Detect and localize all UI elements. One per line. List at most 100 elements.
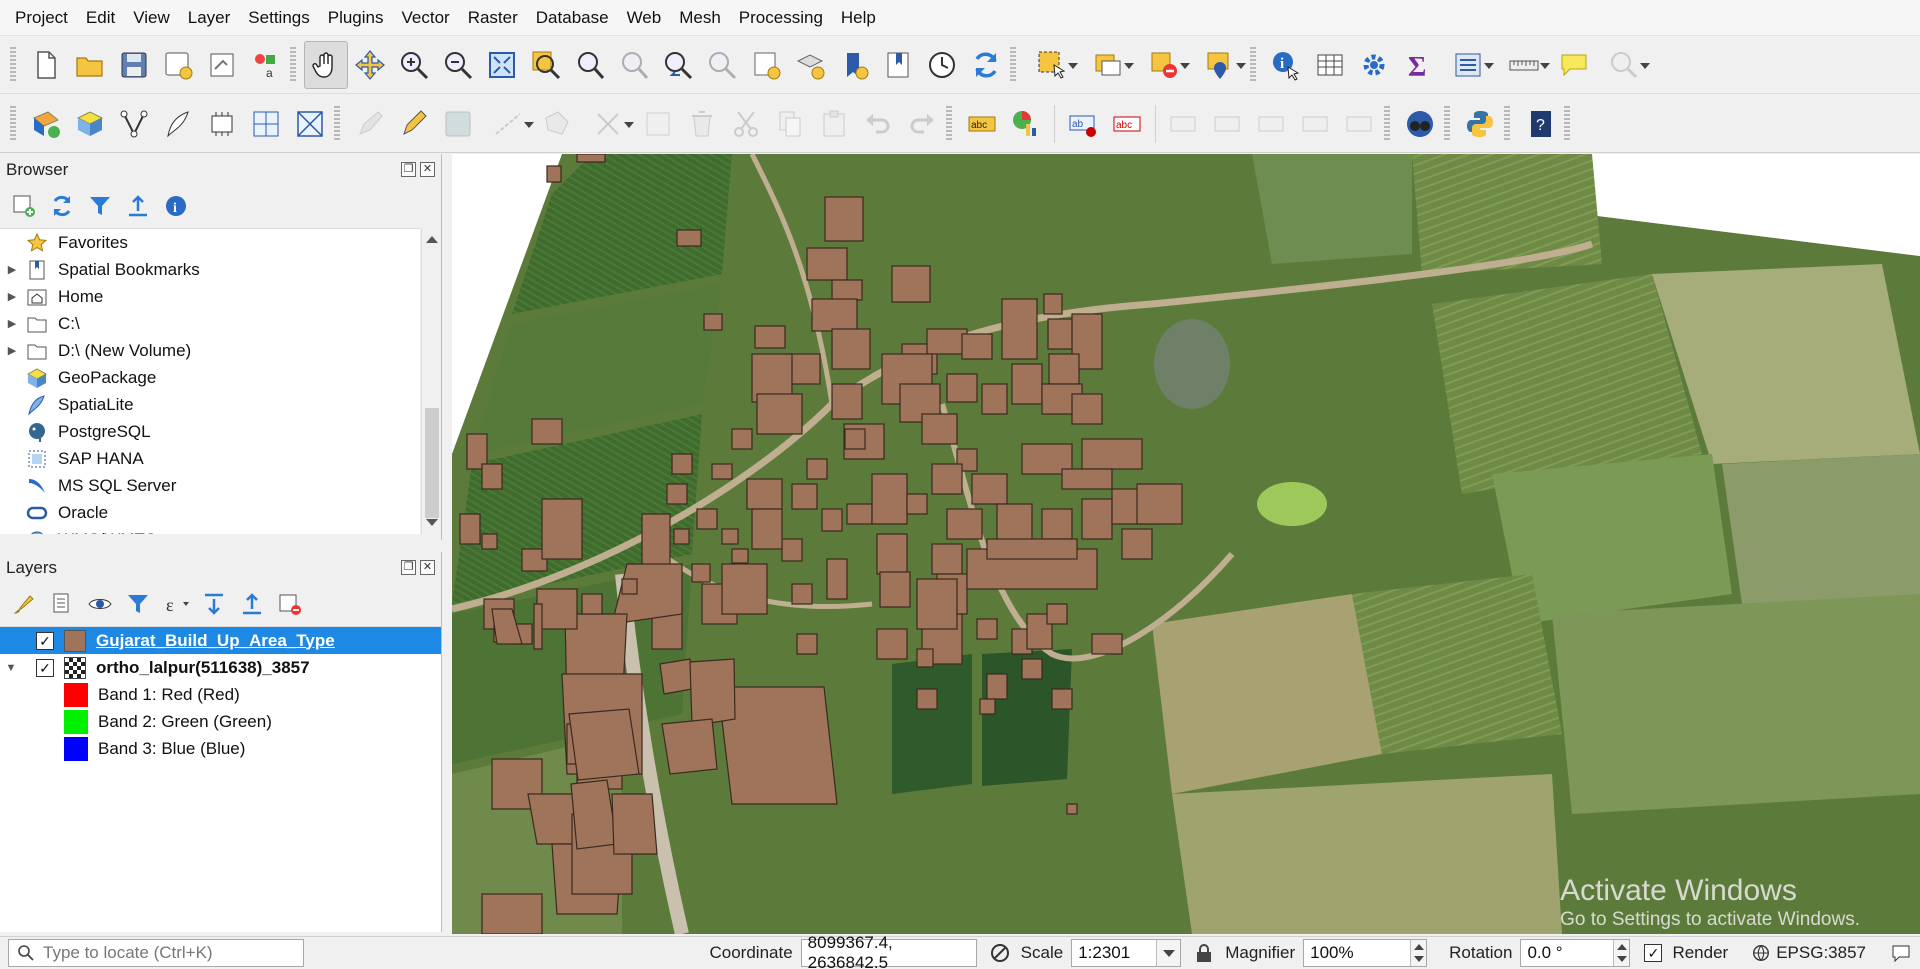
open-attribute-table-button[interactable] [1308, 41, 1352, 89]
add-polygon-feature-button[interactable] [536, 100, 580, 148]
pin-labels-button[interactable] [1162, 100, 1206, 148]
identify-features-button[interactable]: i [1264, 41, 1308, 89]
toggle-extents-icon[interactable] [989, 942, 1011, 964]
crs-label[interactable]: EPSG:3857 [1776, 943, 1866, 963]
select-by-location-button[interactable] [1192, 41, 1248, 89]
zoom-full-button[interactable] [480, 41, 524, 89]
rotate-label-button[interactable] [1294, 100, 1338, 148]
toolbar-handle[interactable] [10, 105, 16, 142]
paste-features-button[interactable] [812, 100, 856, 148]
menu-database[interactable]: Database [527, 0, 618, 36]
browser-item-spatialite[interactable]: SpatiaLite [0, 391, 420, 418]
style-manager-button[interactable]: a [244, 41, 288, 89]
help-button[interactable]: ? [1518, 100, 1562, 148]
processing-toolbox-button[interactable] [1352, 41, 1396, 89]
close-panel-button[interactable]: ✕ [420, 162, 435, 177]
browser-item-postgresql[interactable]: PostgreSQL [0, 418, 420, 445]
browser-info-button[interactable]: i [160, 190, 192, 222]
toolbar-handle[interactable] [1564, 105, 1570, 142]
vertex-tool-dropdown[interactable] [580, 100, 636, 148]
new-project-button[interactable] [24, 41, 68, 89]
globe-crs-icon[interactable] [1750, 942, 1772, 964]
new-temporary-layer-button[interactable] [200, 100, 244, 148]
browser-item-favorites[interactable]: Favorites [0, 229, 420, 256]
menu-project[interactable]: Project [6, 0, 77, 36]
new-geopackage-layer-button[interactable] [68, 100, 112, 148]
layer-visibility-checkbox[interactable]: ✓ [36, 631, 54, 650]
collapse-all-button[interactable] [122, 190, 154, 222]
collapse-arrow-icon[interactable]: ▼ [0, 662, 22, 674]
toolbar-handle[interactable] [1250, 46, 1256, 83]
zoom-native-button[interactable] [612, 41, 656, 89]
locator-zoom-button[interactable] [1596, 41, 1652, 89]
menu-help[interactable]: Help [832, 0, 885, 36]
add-line-feature-button[interactable] [480, 100, 536, 148]
toolbar-handle[interactable] [1010, 46, 1016, 83]
toolbar-handle[interactable] [10, 46, 16, 83]
band-legend-item[interactable]: Band 1: Red (Red) [0, 681, 441, 708]
map-canvas[interactable]: Activate Windows Go to Settings to activ… [452, 154, 1920, 934]
digitize-line-button[interactable] [156, 100, 200, 148]
python-console-button[interactable] [1458, 100, 1502, 148]
change-label-button[interactable] [1338, 100, 1382, 148]
toolbar-handle[interactable] [1444, 105, 1450, 142]
manage-visibility-button[interactable] [84, 588, 116, 620]
modify-attributes-button[interactable] [636, 100, 680, 148]
toolbar-handle[interactable] [1384, 105, 1390, 142]
delete-selected-button[interactable] [680, 100, 724, 148]
browser-item-geopackage[interactable]: GeoPackage [0, 364, 420, 391]
band-legend-item[interactable]: Band 2: Green (Green) [0, 708, 441, 735]
browser-item-sap-hana[interactable]: SAP HANA [0, 445, 420, 472]
refresh-browser-button[interactable] [46, 190, 78, 222]
browser-item-ms-sql-server[interactable]: MS SQL Server [0, 472, 420, 499]
new-mesh-layer-button[interactable] [288, 100, 332, 148]
float-panel-button[interactable]: ❐ [401, 560, 416, 575]
layer-visibility-checkbox[interactable]: ✓ [36, 658, 54, 677]
select-by-value-button[interactable] [1080, 41, 1136, 89]
copy-features-button[interactable] [768, 100, 812, 148]
menu-vector[interactable]: Vector [393, 0, 459, 36]
layer-item-ortho[interactable]: ▼ ✓ ortho_lalpur(511638)_3857 [0, 654, 441, 681]
zoom-to-layer-button[interactable] [568, 41, 612, 89]
undo-button[interactable] [856, 100, 900, 148]
deselect-features-button[interactable] [1136, 41, 1192, 89]
collapse-all-layers-button[interactable] [236, 588, 268, 620]
filter-browser-button[interactable] [84, 190, 116, 222]
statistical-summary-button[interactable]: Σ [1396, 41, 1440, 89]
browser-item-d-new-volume[interactable]: ▶ D:\ (New Volume) [0, 337, 420, 364]
layer-item-buildup[interactable]: ✓ Gujarat_Build_Up_Area_Type [0, 627, 441, 654]
filter-legend-button[interactable] [122, 588, 154, 620]
browser-item-c[interactable]: ▶ C:\ [0, 310, 420, 337]
layer-styling-button[interactable] [8, 588, 40, 620]
expand-arrow-icon[interactable]: ▶ [0, 290, 24, 303]
select-features-button[interactable] [1024, 41, 1080, 89]
temporal-controller-button[interactable] [920, 41, 964, 89]
float-panel-button[interactable]: ❐ [401, 162, 416, 177]
expand-arrow-icon[interactable]: ▶ [0, 344, 24, 357]
save-edits-button[interactable] [436, 100, 480, 148]
new-virtual-layer-button[interactable] [244, 100, 288, 148]
messages-icon[interactable] [1890, 942, 1912, 964]
map-tips-button[interactable] [1440, 41, 1496, 89]
toolbar-handle[interactable] [290, 46, 296, 83]
remove-layer-button[interactable] [274, 588, 306, 620]
print-layout-button[interactable] [200, 41, 244, 89]
expand-arrow-icon[interactable]: ▶ [0, 317, 24, 330]
highlight-pinned-labels-button[interactable]: ab [1061, 100, 1105, 148]
menu-layer[interactable]: Layer [179, 0, 240, 36]
open-project-button[interactable] [68, 41, 112, 89]
toolbar-handle[interactable] [946, 105, 952, 142]
close-panel-button[interactable]: ✕ [420, 560, 435, 575]
locator-search-field[interactable]: Type to locate (Ctrl+K) [8, 939, 304, 967]
band-legend-item[interactable]: Band 3: Blue (Blue) [0, 735, 441, 762]
expand-all-button[interactable] [198, 588, 230, 620]
zoom-next-button[interactable] [700, 41, 744, 89]
move-label-button[interactable] [1250, 100, 1294, 148]
render-checkbox[interactable]: ✓ [1644, 944, 1663, 962]
scale-combobox[interactable]: 1:2301 [1071, 939, 1182, 967]
pan-to-selection-button[interactable] [348, 41, 392, 89]
save-as-button[interactable] [156, 41, 200, 89]
toggle-label-display-button[interactable]: abc [1105, 100, 1149, 148]
digitize-vertex-button[interactable] [112, 100, 156, 148]
zoom-in-button[interactable] [392, 41, 436, 89]
